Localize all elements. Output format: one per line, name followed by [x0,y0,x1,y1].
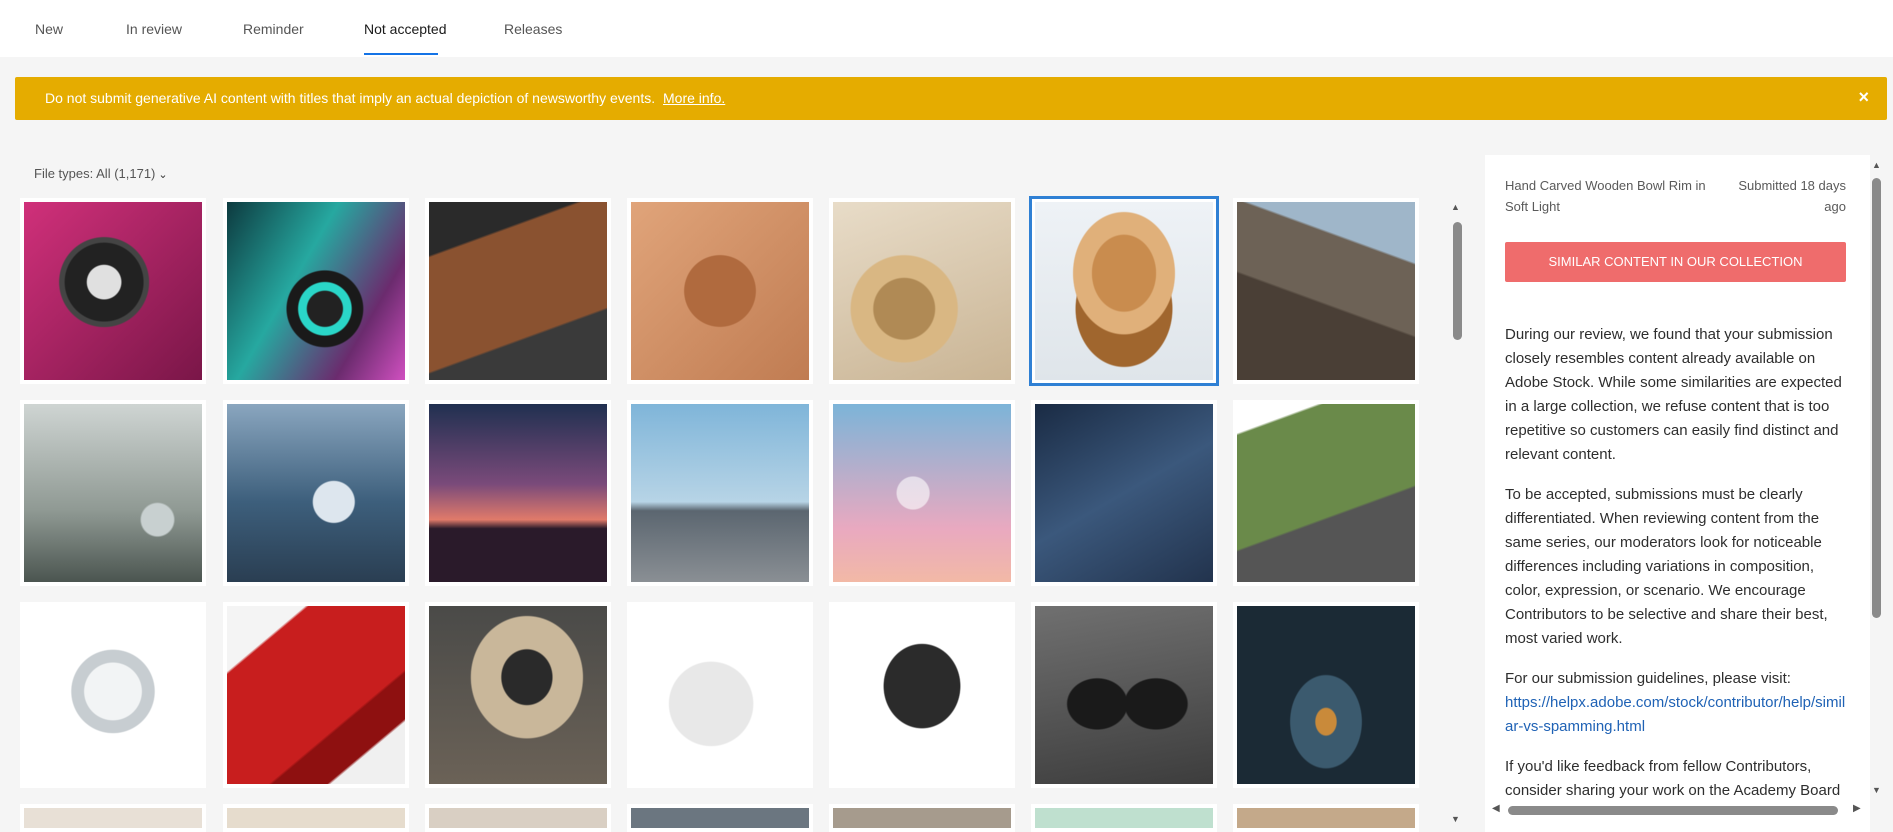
asset-title: Hand Carved Wooden Bowl Rim in Soft Ligh… [1505,178,1706,214]
thumbnail-glass-cube[interactable] [627,400,813,586]
file-types-filter[interactable]: File types: All (1,171) ⌄ [34,166,168,181]
thumbnail-glass-sphere[interactable] [223,400,409,586]
thumbnail-partial[interactable] [1031,804,1217,832]
thumbnail-vr-controller[interactable] [829,602,1015,788]
thumbnail-red-sheet[interactable] [223,602,409,788]
submission-detail-panel: Hand Carved Wooden Bowl Rim in Soft Ligh… [1485,155,1870,832]
tab-reminder[interactable]: Reminder [243,21,304,37]
panel-hscroll-thumb[interactable] [1508,806,1838,815]
thumbnail-partial[interactable] [223,804,409,832]
thumbnail-sunglasses[interactable] [1031,602,1217,788]
scroll-up-icon[interactable]: ▲ [1451,202,1460,212]
tab-new[interactable]: New [35,21,63,37]
thumbnail-parrot-monitor[interactable] [1233,400,1419,586]
chevron-down-icon: ⌄ [158,169,168,181]
guidelines-link[interactable]: https://helpx.adobe.com/stock/contributo… [1505,694,1845,735]
thumbnail-cotton-pads[interactable] [627,602,813,788]
more-info-link[interactable]: More info. [663,90,725,106]
ai-content-warning-banner: Do not submit generative AI content with… [15,77,1887,120]
thumbnail-retro-computer[interactable] [425,602,611,788]
thumbnail-wooden-bowl[interactable] [1029,196,1219,386]
thumbnail-partial[interactable] [627,804,813,832]
close-icon[interactable]: × [1858,87,1869,108]
thumbnail-rope[interactable] [829,198,1015,384]
status-badge[interactable]: SIMILAR CONTENT IN OUR COLLECTION [1505,242,1846,282]
thumbnail-balloon-sunset[interactable] [425,400,611,586]
guidelines-text: For our submission guidelines, please vi… [1505,670,1791,687]
thumbnail-crystal-ball[interactable] [20,602,206,788]
panel-horizontal-scrollbar[interactable]: ◀ ▶ [1490,803,1870,817]
banner-message: Do not submit generative AI content with… [45,90,725,106]
thumbnail-granite-ledge[interactable] [1233,198,1419,384]
panel-scrollbar-thumb[interactable] [1872,178,1881,618]
scroll-right-icon[interactable]: ▶ [1853,803,1861,814]
panel-scrollbar[interactable]: ▲ ▼ [1870,160,1884,800]
explanation-paragraph: During our review, we found that your su… [1505,326,1842,463]
status-tabs: New In review Reminder Not accepted Rele… [0,0,1893,57]
thumbnail-water-drop[interactable] [1233,602,1419,788]
active-tab-indicator [364,53,438,55]
tab-in-review[interactable]: In review [126,21,182,37]
scroll-down-icon[interactable]: ▼ [1872,785,1881,795]
explanation-paragraph: To be accepted, submissions must be clea… [1505,486,1828,647]
thumbnail-flashlight[interactable] [20,198,206,384]
thumbnail-partial[interactable] [829,804,1015,832]
scroll-up-icon[interactable]: ▲ [1872,160,1881,170]
thumbnail-led-strip[interactable] [223,198,409,384]
submitted-date: Submitted 18 days ago [1738,178,1846,214]
thumbnail-partial[interactable] [425,804,611,832]
feedback-paragraph: If you'd like feedback from fellow Contr… [1505,758,1841,799]
thumbnail-misty-sphere[interactable] [20,400,206,586]
scroll-left-icon[interactable]: ◀ [1492,803,1500,814]
scroll-down-icon[interactable]: ▼ [1451,814,1460,824]
grid-scrollbar[interactable]: ▲ ▼ [1450,200,1464,830]
banner-text: Do not submit generative AI content with… [45,90,656,106]
tab-not-accepted[interactable]: Not accepted [364,21,447,37]
rejection-explanation: During our review, we found that your su… [1505,323,1850,819]
grid-scrollbar-thumb[interactable] [1453,222,1462,340]
thumbnail-jeans[interactable] [1031,400,1217,586]
thumbnail-maple-leaf[interactable] [627,198,813,384]
thumbnail-bubble-sky[interactable] [829,400,1015,586]
file-types-label: File types: All (1,171) [34,166,156,181]
guidelines-paragraph: For our submission guidelines, please vi… [1505,667,1850,739]
tab-releases[interactable]: Releases [504,21,562,37]
thumbnail-wallet[interactable] [425,198,611,384]
thumbnail-partial[interactable] [1233,804,1419,832]
thumbnail-partial[interactable] [20,804,206,832]
